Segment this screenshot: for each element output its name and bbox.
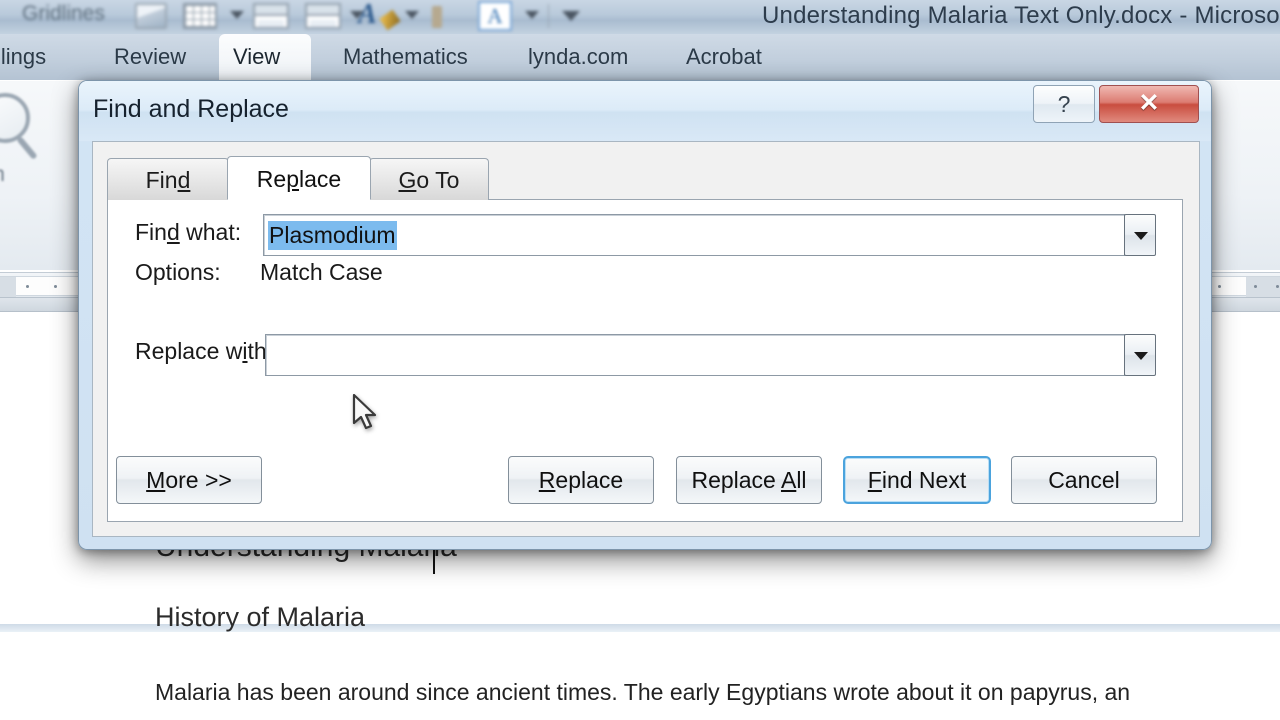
replace-with-label-pre: Replace w xyxy=(135,338,243,364)
replace-with-dropdown-button[interactable] xyxy=(1124,334,1156,376)
replace-all-button[interactable]: Replace All xyxy=(676,456,822,504)
table-grid-icon[interactable] xyxy=(183,3,217,29)
cancel-button[interactable]: Cancel xyxy=(1011,456,1157,504)
window-title: Understanding Malaria Text Only.docx - M… xyxy=(762,2,1280,29)
replace-all-label-pre: Replace xyxy=(691,467,781,493)
find-what-label-pre: Fin xyxy=(135,219,167,245)
options-label: Options: xyxy=(135,259,221,285)
tab-replace-accel: p xyxy=(286,166,299,192)
ribbon-tab-view[interactable]: View xyxy=(219,34,311,80)
zoom-label: oom xyxy=(0,163,5,187)
footer-icon[interactable] xyxy=(305,3,341,29)
help-button[interactable]: ? xyxy=(1033,85,1095,123)
document-paragraph-line-2: famous Greek physician Hippocrates descr… xyxy=(155,713,1280,720)
replace-with-input[interactable] xyxy=(265,334,1156,376)
picture-icon[interactable] xyxy=(135,3,167,29)
dialog-body: Find Replace Go To Find what: Plasmodium… xyxy=(92,141,1200,537)
chevron-down-icon xyxy=(1134,232,1148,240)
close-button[interactable]: ✕ xyxy=(1099,85,1199,123)
tab-replace-tail: lace xyxy=(299,166,342,192)
replace-all-label-post: ll xyxy=(796,467,807,493)
chevron-down-icon-5[interactable] xyxy=(562,11,580,21)
find-what-value: Plasmodium xyxy=(268,221,397,250)
find-next-label: ind Next xyxy=(881,467,967,493)
ribbon-tab-mathematics[interactable]: Mathematics xyxy=(329,34,482,80)
document-paragraph-line-1: Malaria has been around since ancient ti… xyxy=(155,679,1131,705)
ribbon-tab-bar: ilings Review View Mathematics lynda.com… xyxy=(0,34,1280,80)
ruler-tick xyxy=(54,285,57,288)
zoom-group[interactable]: oom xyxy=(0,85,82,195)
tab-find[interactable]: Find xyxy=(107,158,229,200)
chevron-down-icon-4[interactable] xyxy=(525,11,539,19)
magnifier-handle-icon xyxy=(16,136,38,160)
tab-go-to-accel: G xyxy=(398,167,417,193)
ruler-tick xyxy=(1276,285,1279,288)
ribbon-icon-strip: Gridlines A A xyxy=(0,0,600,34)
tab-replace-label: Re xyxy=(256,166,287,192)
ribbon-tab-review[interactable]: Review xyxy=(100,34,200,80)
replace-all-accel: A xyxy=(780,467,797,493)
chevron-down-icon xyxy=(1134,352,1148,360)
ruler-margin-left xyxy=(0,277,16,297)
find-what-accel: d xyxy=(166,219,180,245)
chevron-down-icon[interactable] xyxy=(230,11,244,19)
tab-find-accel: d xyxy=(177,167,191,193)
find-next-button[interactable]: Find Next xyxy=(843,456,991,504)
brush-icon[interactable] xyxy=(379,9,401,31)
text-style-icon[interactable]: A xyxy=(358,0,377,31)
replace-tab-panel: Find what: Plasmodium Options: Match Cas… xyxy=(107,200,1183,522)
more-button-label: ore >> xyxy=(165,467,232,493)
tab-go-to[interactable]: Go To xyxy=(369,158,489,200)
document-heading: History of Malaria xyxy=(155,602,366,632)
toolbar-divider xyxy=(548,4,549,28)
tab-go-to-label: o To xyxy=(416,167,460,193)
ribbon-tab-mailings[interactable]: ilings xyxy=(0,34,60,80)
dialog-title-bar[interactable]: Find and Replace ? ✕ xyxy=(79,81,1211,141)
ruler-tick xyxy=(1254,285,1257,288)
replace-with-label: Replace with: xyxy=(135,338,273,365)
find-what-label: Find what: xyxy=(135,219,241,246)
magnifier-icon xyxy=(0,93,30,143)
more-button-accel: M xyxy=(146,467,166,493)
find-what-input[interactable]: Plasmodium xyxy=(263,214,1156,256)
more-button[interactable]: More >> xyxy=(116,456,262,504)
word-title-bar: Gridlines A A Understanding Malaria Text… xyxy=(0,0,1280,34)
chevron-down-icon-3[interactable] xyxy=(405,11,419,19)
text-box-icon[interactable]: A xyxy=(478,1,512,31)
options-value: Match Case xyxy=(260,259,383,285)
ruler-tick xyxy=(26,285,29,288)
find-next-accel: F xyxy=(867,467,882,493)
ribbon-tab-acrobat[interactable]: Acrobat xyxy=(672,34,776,80)
replace-button[interactable]: Replace xyxy=(508,456,654,504)
ruler-tick xyxy=(1218,285,1221,288)
find-what-dropdown-button[interactable] xyxy=(1124,214,1156,256)
screen: Gridlines A A Understanding Malaria Text… xyxy=(0,0,1280,720)
replace-button-label: eplace xyxy=(555,467,624,493)
dialog-title: Find and Replace xyxy=(93,95,289,123)
find-what-label-post: what: xyxy=(179,219,242,245)
ruler-margin-right xyxy=(1246,277,1280,297)
gridlines-label: Gridlines xyxy=(22,2,105,25)
ribbon-tab-lynda[interactable]: lynda.com xyxy=(514,34,642,80)
find-and-replace-dialog: Find and Replace ? ✕ Find Replace Go To … xyxy=(78,80,1212,550)
tab-replace[interactable]: Replace xyxy=(227,156,371,200)
dialog-tab-strip: Find Replace Go To xyxy=(107,156,1183,200)
replace-button-accel: R xyxy=(538,467,556,493)
tab-find-label: Fin xyxy=(145,167,178,193)
header-icon[interactable] xyxy=(253,3,289,29)
pilcrow-icon[interactable] xyxy=(432,6,442,28)
